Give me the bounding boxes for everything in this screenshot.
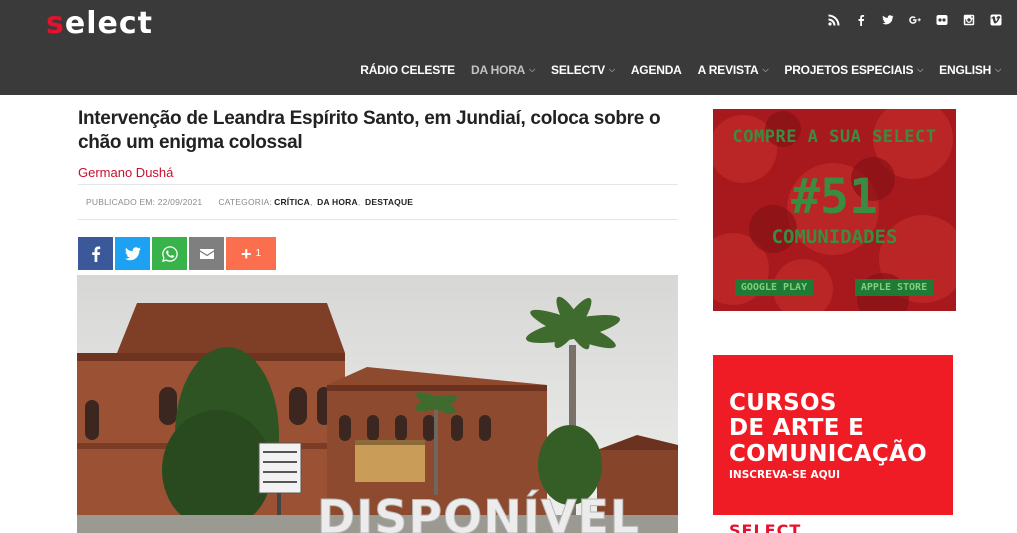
magazine-ad-banner[interactable]: COMPRE A SUA SELECT #51 COMUNIDADES GOOG… (713, 109, 956, 311)
apple-store-badge[interactable]: APPLE STORE (855, 279, 933, 296)
ad-line: DE ARTE E (729, 415, 865, 441)
share-count: 1 (255, 248, 262, 259)
rss-icon[interactable] (820, 12, 847, 28)
published-date: PUBLICADO EM: 22/09/2021 (86, 197, 203, 207)
article-featured-image: DISPONÍVEL (77, 275, 678, 533)
facebook-icon[interactable] (847, 12, 874, 28)
courses-ad-banner[interactable]: CURSOS DE ARTE E COMUNICAÇÃO INSCREVA-SE… (713, 355, 953, 515)
twitter-icon (124, 246, 141, 260)
category-link-destaque[interactable]: DESTAQUE (365, 197, 413, 207)
whatsapp-icon (161, 245, 178, 262)
email-icon (199, 248, 214, 259)
nav-da-hora[interactable]: DA HORA ⌵ (471, 63, 535, 77)
ad-line: COMUNICAÇÃO (729, 441, 928, 467)
social-links (820, 12, 1009, 28)
ad-issue-number: #51 (791, 169, 878, 225)
next-ad-banner[interactable]: SELECT (713, 523, 953, 533)
chevron-down-icon: ⌵ (608, 65, 615, 74)
chevron-down-icon: ⌵ (529, 65, 536, 74)
ad-cta: INSCREVA-SE AQUI (729, 469, 840, 481)
plus-icon: + (240, 243, 252, 264)
google-plus-icon[interactable] (901, 12, 928, 28)
nav-agenda[interactable]: AGENDA (631, 63, 682, 77)
site-logo[interactable]: select (46, 6, 153, 41)
chevron-down-icon: ⌵ (762, 65, 769, 74)
ad-text: SELECT (729, 523, 802, 533)
nav-projetos-especiais[interactable]: PROJETOS ESPECIAIS ⌵ (784, 63, 923, 77)
nav-a-revista[interactable]: A REVISTA ⌵ (698, 63, 769, 77)
share-more-button[interactable]: +1 (226, 237, 276, 270)
nav-radio-celeste[interactable]: RÁDIO CELESTE (360, 63, 455, 77)
google-play-badge[interactable]: GOOGLE PLAY (735, 279, 813, 296)
share-twitter-button[interactable] (115, 237, 150, 270)
site-header: select RÁDIO CELESTE DA HORA ⌵ SELECTV ⌵ A… (0, 0, 1017, 95)
share-bar: +1 (78, 237, 276, 270)
photo-word: DISPONÍVEL (317, 490, 640, 533)
logo-first-letter: s (46, 6, 65, 41)
share-facebook-button[interactable] (78, 237, 113, 270)
category-link-da-hora[interactable]: DA HORA (317, 197, 358, 207)
ad-line: CURSOS (729, 390, 837, 416)
share-whatsapp-button[interactable] (152, 237, 187, 270)
vimeo-icon[interactable] (982, 12, 1009, 28)
category-link-critica[interactable]: CRÍTICA (274, 197, 310, 207)
ad-headline: COMPRE A SUA SELECT (732, 127, 937, 147)
facebook-icon (91, 246, 100, 262)
logo-rest: elect (64, 6, 153, 41)
article-title: Intervenção de Leandra Espírito Santo, e… (78, 108, 661, 153)
category-label: CATEGORIA: (218, 197, 273, 207)
main-nav: RÁDIO CELESTE DA HORA ⌵ SELECTV ⌵ AGENDA A… (360, 61, 1017, 79)
instagram-icon[interactable] (955, 12, 982, 28)
chevron-down-icon: ⌵ (995, 65, 1001, 74)
article-author[interactable]: Germano Dushá (78, 165, 173, 180)
flickr-icon[interactable] (928, 12, 955, 28)
twitter-icon[interactable] (874, 12, 901, 28)
ad-issue-theme: COMUNIDADES (771, 226, 898, 248)
share-email-button[interactable] (189, 237, 224, 270)
article-meta: PUBLICADO EM: 22/09/2021 CATEGORIA: CRÍT… (78, 184, 678, 220)
nav-english[interactable]: ENGLISH ⌵ (939, 63, 1001, 77)
nav-selectv[interactable]: SELECTV ⌵ (551, 63, 615, 77)
chevron-down-icon: ⌵ (917, 65, 924, 74)
